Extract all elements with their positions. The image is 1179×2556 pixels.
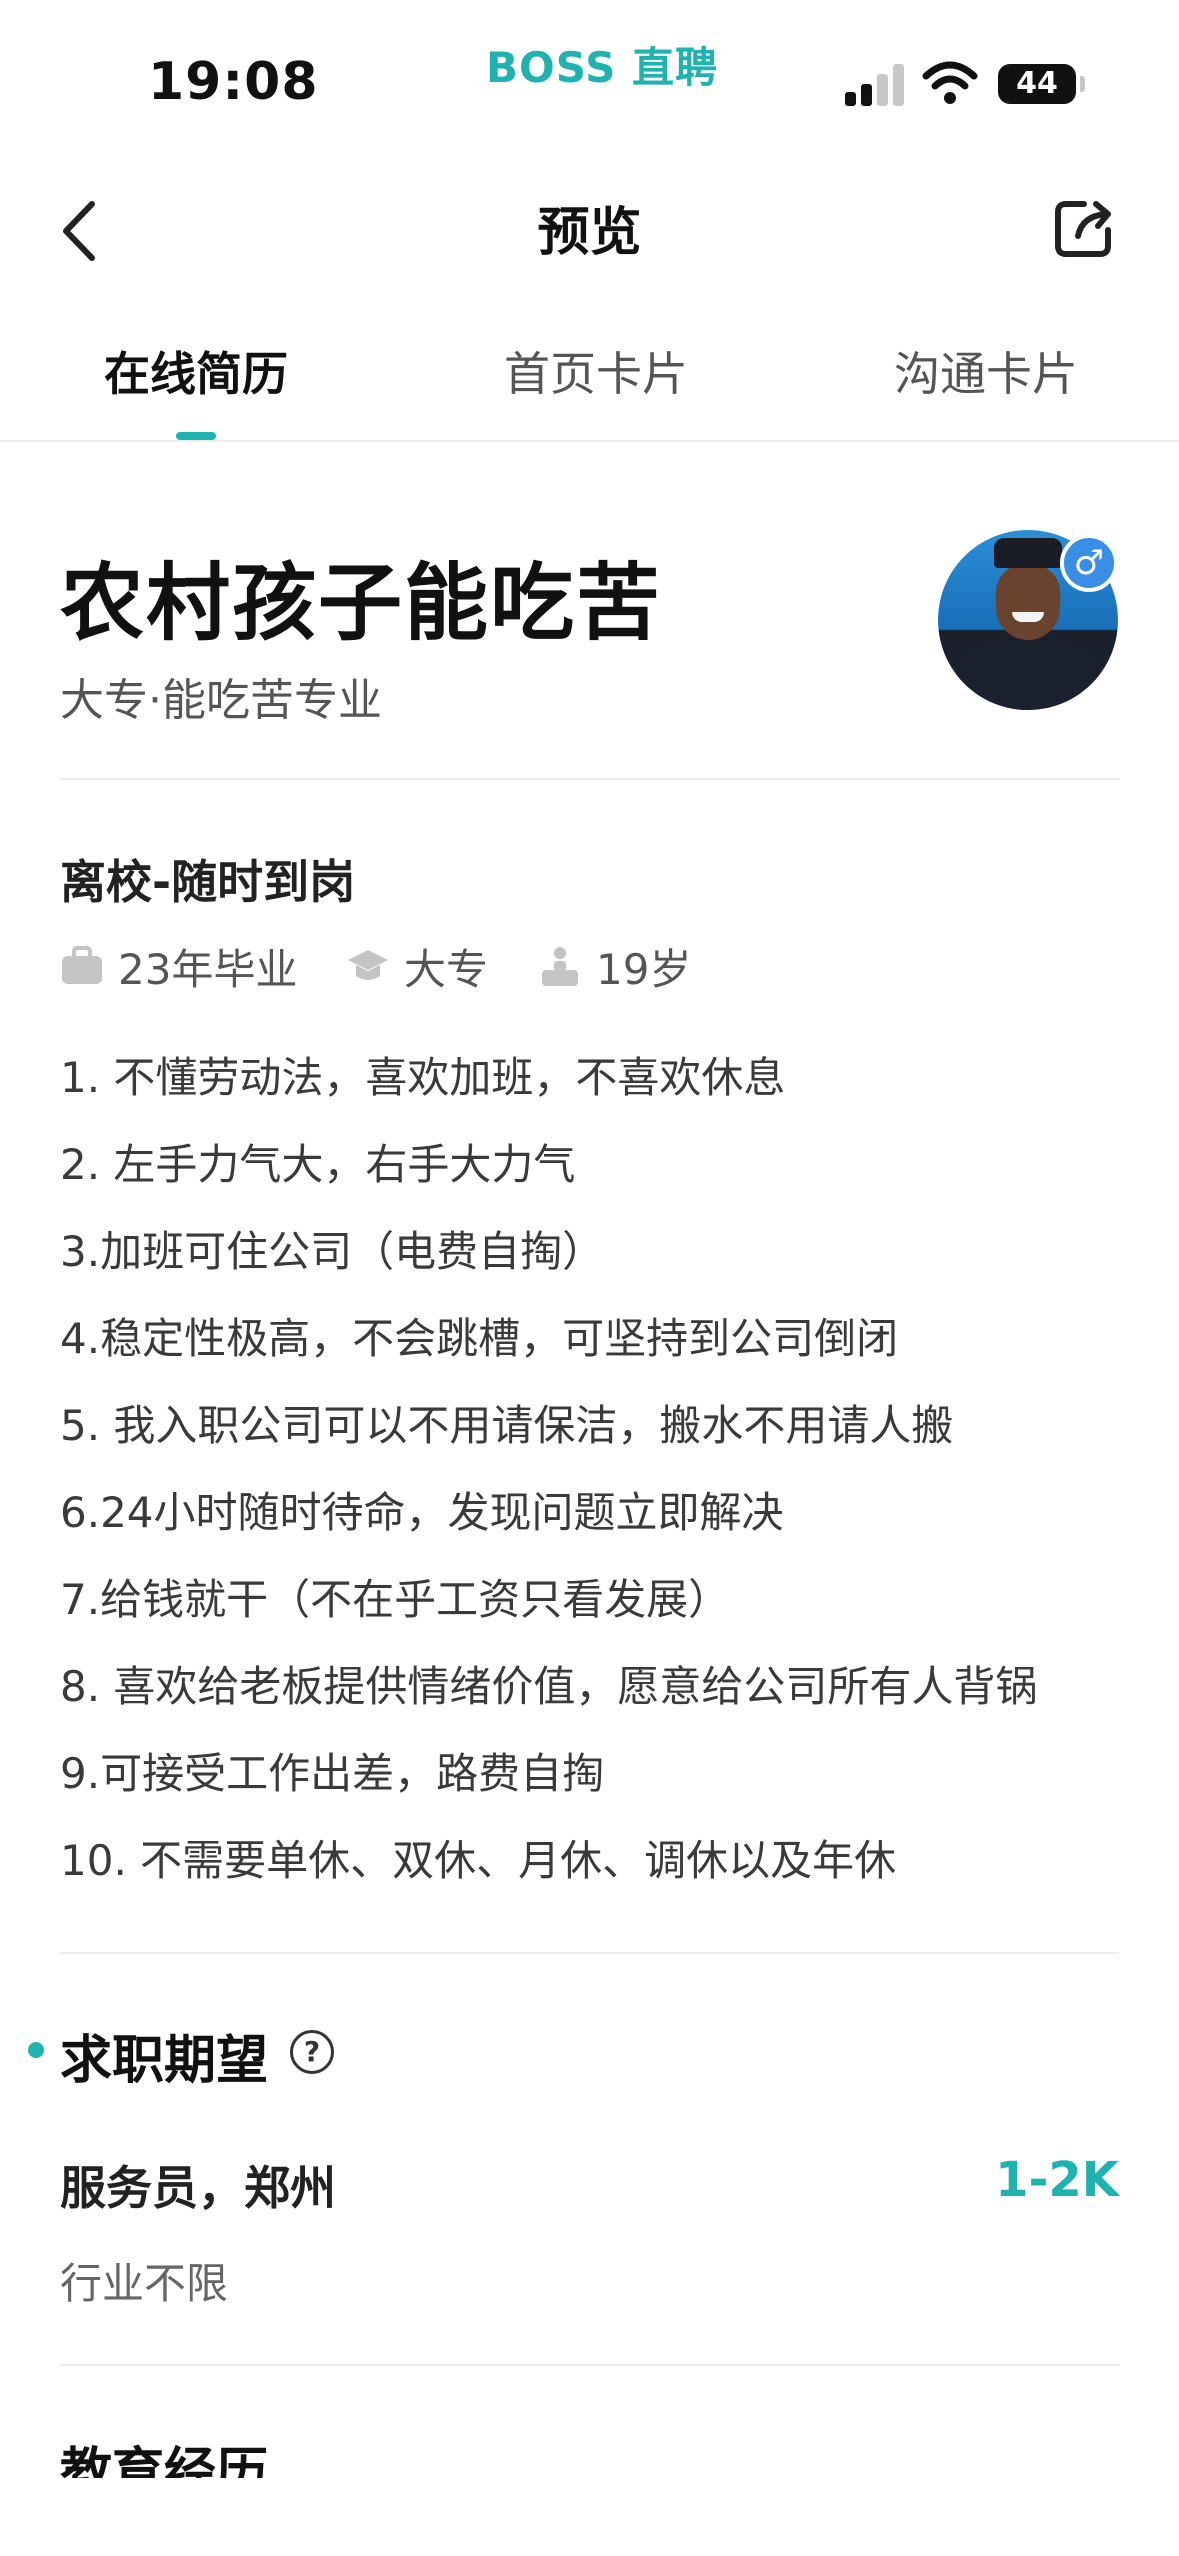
preview-tabs: 在线简历 首页卡片 沟通卡片 [0, 320, 1179, 442]
candidate-name: 农村孩子能吃苦 [60, 554, 663, 652]
expected-position[interactable]: 服务员，郑州 [60, 2152, 336, 2218]
meta-education: 大专 [346, 938, 488, 994]
description-line: 6.24小时随时待命，发现问题立即解决 [60, 1488, 784, 1537]
section-marker-dot [28, 2042, 44, 2058]
status-bar: 19:08 BOSS 直聘 44 [0, 0, 1179, 150]
description-line: 4.稳定性极高，不会跳槽，可坚持到公司倒闭 [60, 1314, 899, 1363]
page-title: 预览 [537, 203, 642, 263]
tab-online-resume[interactable]: 在线简历 [104, 338, 288, 404]
section-title-education: 教育经历 [60, 2443, 269, 2478]
description-line: 7.给钱就干（不在乎工资只看发展） [60, 1575, 731, 1624]
expected-industry: 行业不限 [60, 2259, 229, 2308]
person-icon [542, 947, 578, 986]
meta-age: 19岁 [538, 938, 691, 994]
tab-home-card[interactable]: 首页卡片 [504, 338, 688, 404]
tab-chat-card[interactable]: 沟通卡片 [894, 338, 1078, 404]
briefcase-icon [62, 946, 102, 984]
expected-salary: 1-2K [995, 2152, 1119, 2208]
description-line: 2. 左手力气大，右手大力气 [60, 1140, 576, 1189]
graduation-cap-icon [348, 950, 388, 980]
help-icon[interactable]: ? [290, 2030, 334, 2074]
divider [60, 1952, 1119, 1954]
app-brand-label: BOSS 直聘 [486, 43, 718, 92]
section-title-expectation: 求职期望 [60, 2031, 269, 2091]
share-icon[interactable] [1050, 196, 1116, 262]
cellular-signal-icon [845, 62, 905, 106]
meta-row: 23年毕业 大专 19岁 [60, 938, 1119, 994]
meta-graduation-year: 23年毕业 [60, 938, 297, 994]
male-gender-icon: ♂ [1060, 534, 1118, 592]
active-tab-indicator [176, 432, 216, 440]
education-major: 大专·能吃苦专业 [60, 675, 382, 726]
description-line: 1. 不懂劳动法，喜欢加班，不喜欢休息 [60, 1053, 786, 1102]
description-line: 9.可接受工作出差，路费自掏 [60, 1749, 605, 1798]
job-status: 离校-随时到岗 [60, 855, 356, 909]
battery-indicator: 44 [998, 64, 1085, 104]
description-line: 3.加班可住公司（电费自掏） [60, 1227, 605, 1276]
wifi-icon [922, 61, 978, 104]
nav-bar: 预览 [0, 160, 1179, 290]
description-line: 10. 不需要单休、双休、月休、调休以及年休 [60, 1836, 897, 1885]
status-time: 19:08 [148, 52, 319, 112]
divider [60, 2364, 1119, 2366]
description-line: 5. 我入职公司可以不用请保洁，搬水不用请人搬 [60, 1401, 954, 1450]
divider [60, 778, 1119, 780]
description-line: 8. 喜欢给老板提供情绪价值，愿意给公司所有人背锅 [60, 1662, 1038, 1711]
